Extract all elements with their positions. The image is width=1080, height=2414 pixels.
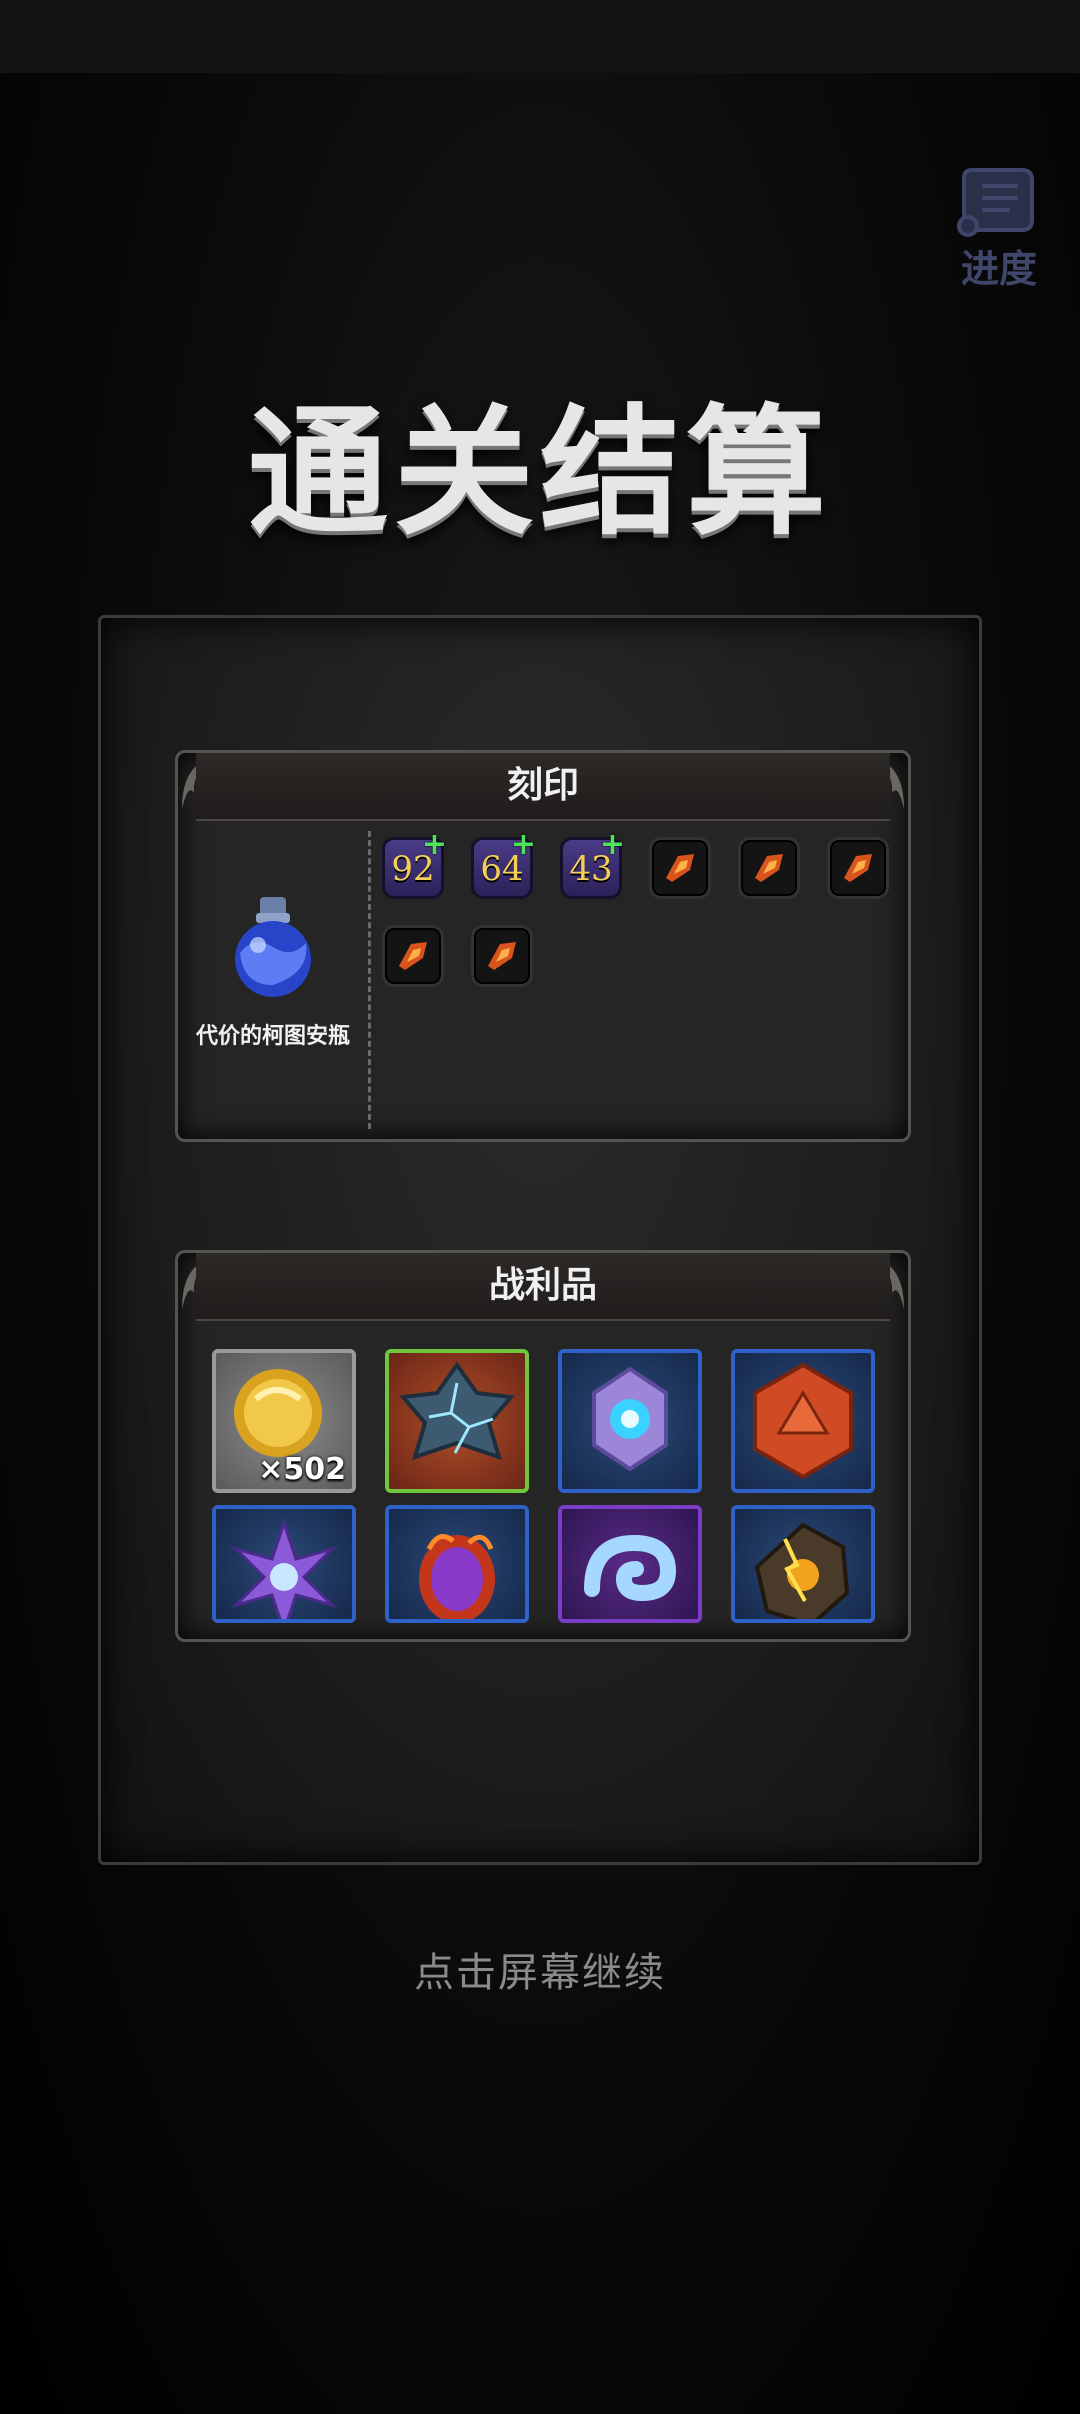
fire-shard-icon bbox=[399, 942, 427, 970]
plus-icon: + bbox=[510, 827, 536, 862]
fire-shard-icon bbox=[488, 942, 516, 970]
result-panel: 刻印 代价的柯图安瓶 92 + 64 + 43 + 战利品 ×502 bbox=[98, 615, 982, 1865]
page-title: 通关结算 bbox=[247, 391, 832, 555]
ice-swirl-icon bbox=[584, 1534, 677, 1602]
loot-section: 战利品 ×502 bbox=[175, 1250, 911, 1642]
engraving-header: 刻印 bbox=[196, 753, 890, 821]
engraving-stamp[interactable]: 43 + bbox=[560, 830, 625, 899]
molten-egg-icon bbox=[419, 1534, 495, 1619]
loot-header: 战利品 bbox=[196, 1253, 890, 1321]
section-divider bbox=[368, 831, 371, 1129]
progress-label: 进度 bbox=[960, 246, 1037, 291]
plus-icon: + bbox=[599, 827, 625, 862]
purple-crystal-flower-icon bbox=[230, 1518, 338, 1619]
lightning-rock-icon bbox=[754, 1522, 850, 1619]
loot-item[interactable] bbox=[212, 1505, 356, 1623]
engraving-stamp[interactable] bbox=[649, 837, 711, 899]
loot-item[interactable] bbox=[558, 1505, 702, 1623]
engraving-title: 刻印 bbox=[506, 765, 579, 806]
engraving-stamp[interactable] bbox=[382, 925, 444, 987]
loot-item[interactable] bbox=[731, 1349, 875, 1493]
crystal-orb-icon bbox=[592, 1366, 668, 1472]
loot-item[interactable] bbox=[731, 1505, 875, 1623]
fire-shard-icon bbox=[844, 854, 872, 882]
loot-item[interactable] bbox=[385, 1505, 529, 1623]
loot-item[interactable] bbox=[558, 1349, 702, 1493]
engraving-stamp[interactable] bbox=[827, 837, 889, 899]
loot-title: 战利品 bbox=[488, 1265, 597, 1306]
loot-count: ×502 bbox=[258, 1452, 346, 1487]
red-d20-icon bbox=[753, 1362, 853, 1480]
engraving-stamp[interactable]: 64 + bbox=[471, 830, 536, 899]
loot-item[interactable]: ×502 bbox=[212, 1349, 356, 1493]
fire-shard-icon bbox=[666, 854, 694, 882]
engraving-stamp[interactable]: 92 + bbox=[382, 830, 447, 899]
progress-button[interactable]: 进度 bbox=[944, 160, 1054, 291]
engraving-section: 刻印 代价的柯图安瓶 92 + 64 + 43 + bbox=[175, 750, 911, 1142]
status-bar bbox=[0, 0, 1080, 73]
fire-shard-icon bbox=[755, 854, 783, 882]
scroll-icon bbox=[957, 168, 1034, 237]
potion-bottle-icon[interactable] bbox=[218, 893, 328, 1003]
engraving-stamp[interactable] bbox=[738, 837, 800, 899]
tap-to-continue[interactable]: 点击屏幕继续 bbox=[0, 1940, 1080, 1998]
loot-item[interactable] bbox=[385, 1349, 529, 1493]
plus-icon: + bbox=[421, 827, 447, 862]
cracked-star-icon bbox=[399, 1361, 515, 1461]
engraving-stamp[interactable] bbox=[471, 925, 533, 987]
potion-name: 代价的柯图安瓶 bbox=[195, 1024, 350, 1049]
